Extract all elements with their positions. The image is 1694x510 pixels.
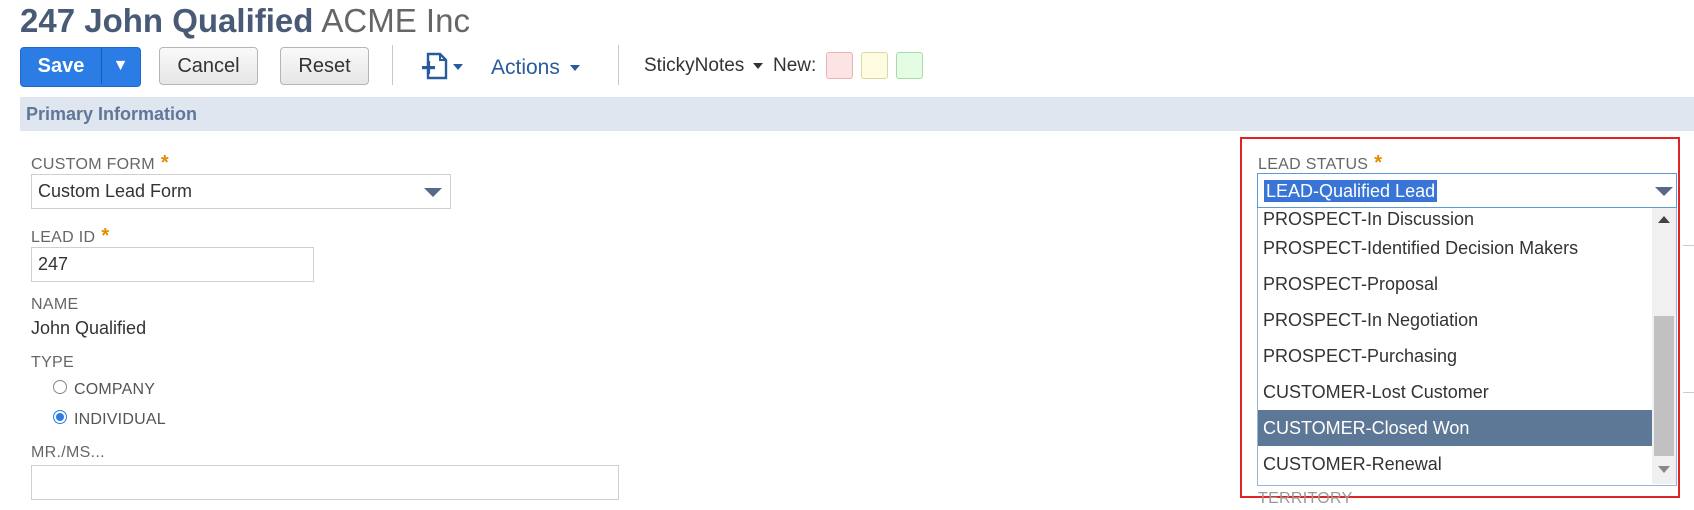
scrollbar-thumb[interactable]	[1654, 316, 1674, 456]
lead-id-label: LEAD ID *	[31, 225, 110, 247]
dropdown-option[interactable]: PROSPECT-In Discussion	[1258, 208, 1652, 230]
section-title: Primary Information	[26, 104, 198, 124]
custom-form-label: CUSTOM FORM *	[31, 152, 169, 174]
type-individual-label[interactable]: INDIVIDUAL	[74, 411, 166, 429]
record-title: 247 John Qualified	[20, 2, 314, 39]
toolbar-divider	[618, 45, 619, 85]
save-button[interactable]: Save	[21, 48, 101, 84]
chevron-down-icon	[569, 65, 580, 72]
lead-status-label: LEAD STATUS *	[1258, 152, 1383, 174]
dropdown-option[interactable]: PROSPECT-Purchasing	[1258, 338, 1652, 374]
lead-id-value: 247	[38, 254, 69, 274]
dropdown-option[interactable]: CUSTOMER-Renewal	[1258, 446, 1652, 482]
actions-menu[interactable]: Actions	[491, 56, 580, 80]
background-field-edge	[1683, 392, 1694, 393]
stickynotes-label: StickyNotes	[644, 55, 745, 76]
territory-label: TERRITORY	[1258, 490, 1353, 507]
background-field-edge	[1683, 245, 1694, 246]
lead-status-value[interactable]: LEAD-Qualified Lead	[1264, 180, 1438, 202]
scroll-down-arrow-icon[interactable]	[1658, 466, 1670, 473]
chevron-down-icon	[752, 62, 763, 69]
lead-status-dropdown-list[interactable]: PROSPECT-In Discussion PROSPECT-Identifi…	[1257, 208, 1677, 486]
salutation-label: MR./MS...	[31, 444, 105, 461]
custom-form-value: Custom Lead Form	[38, 181, 193, 201]
lead-id-input[interactable]: 247	[31, 247, 314, 282]
dropdown-option[interactable]: CUSTOMER-Lost Customer	[1258, 374, 1652, 410]
custom-form-select[interactable]: Custom Lead Form	[31, 174, 451, 209]
toolbar-divider	[392, 45, 393, 85]
type-company-label[interactable]: COMPANY	[74, 381, 155, 399]
dropdown-option[interactable]: PROSPECT-Proposal	[1258, 266, 1652, 302]
new-yellow-note-button[interactable]	[861, 52, 888, 79]
dropdown-option[interactable]: PROSPECT-In Negotiation	[1258, 302, 1652, 338]
new-red-note-button[interactable]	[826, 52, 853, 79]
name-label: NAME	[31, 296, 79, 313]
actions-label: Actions	[491, 56, 560, 79]
new-document-plus-icon[interactable]	[420, 50, 466, 82]
company-name[interactable]: ACME Inc	[321, 2, 470, 39]
reset-button[interactable]: Reset	[280, 47, 369, 85]
lead-status-select[interactable]: LEAD-Qualified Lead	[1257, 173, 1677, 208]
dropdown-scrollbar[interactable]	[1652, 208, 1676, 484]
cancel-button[interactable]: Cancel	[159, 47, 258, 85]
salutation-input[interactable]	[31, 465, 619, 500]
stickynotes-menu[interactable]: StickyNotes	[644, 55, 763, 77]
chevron-down-icon[interactable]	[424, 188, 442, 197]
new-note-label: New:	[773, 55, 817, 76]
dropdown-option[interactable]: PROSPECT-Identified Decision Makers	[1258, 230, 1652, 266]
scroll-up-arrow-icon[interactable]	[1658, 216, 1670, 223]
section-header-primary-information[interactable]: Primary Information	[20, 97, 1694, 131]
chevron-down-icon[interactable]	[1655, 187, 1673, 196]
type-company-radio[interactable]	[53, 380, 67, 394]
save-dropdown-button[interactable]: ▼	[102, 48, 139, 84]
type-label: TYPE	[31, 354, 74, 371]
type-individual-radio[interactable]	[53, 410, 67, 424]
page-title: 247 John Qualified ACME Inc	[20, 2, 470, 40]
save-button-group[interactable]: Save ▼	[20, 47, 141, 87]
name-value: John Qualified	[31, 318, 147, 338]
new-green-note-button[interactable]	[896, 52, 923, 79]
dropdown-option-selected[interactable]: CUSTOMER-Closed Won	[1258, 410, 1652, 446]
